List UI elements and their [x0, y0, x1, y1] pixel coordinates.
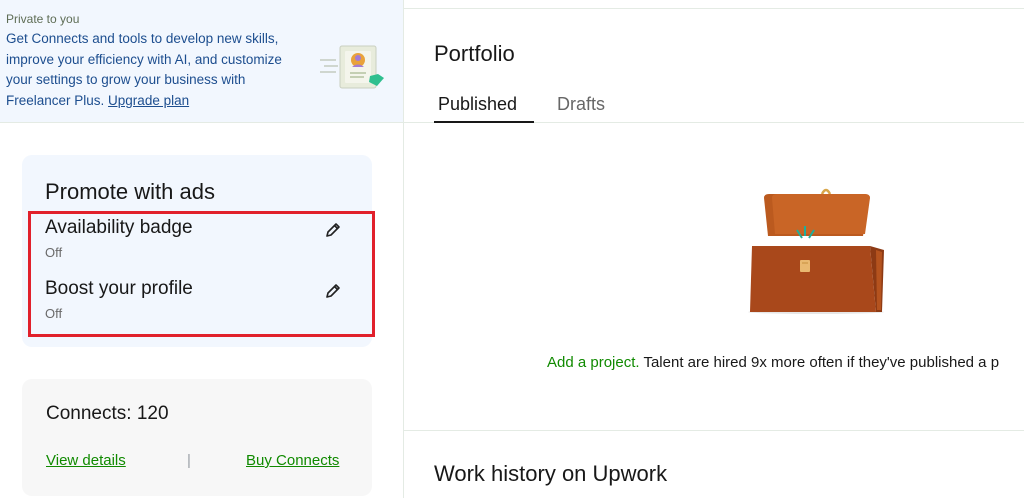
upgrade-plan-link[interactable]: Upgrade plan — [108, 93, 189, 108]
briefcase-illustration — [748, 188, 884, 314]
view-details-link[interactable]: View details — [46, 452, 126, 469]
promote-with-ads-card: Promote with ads Availability badge Off … — [22, 155, 375, 347]
main-content: Portfolio Published Drafts Add a project… — [404, 0, 1024, 498]
promo-eyebrow: Private to you — [6, 12, 80, 26]
left-sidebar: Private to you Get Connects and tools to… — [0, 0, 403, 498]
pencil-icon[interactable] — [324, 282, 342, 300]
promo-text: Get Connects and tools to develop new sk… — [6, 29, 306, 111]
add-project-hint: Talent are hired 9x more often if they'v… — [639, 354, 1000, 371]
boost-profile-status: Off — [45, 306, 63, 321]
add-project-prompt: Add a project. Talent are hired 9x more … — [547, 354, 999, 371]
portfolio-title: Portfolio — [434, 41, 515, 66]
tab-drafts[interactable]: Drafts — [557, 94, 605, 115]
availability-badge-row[interactable]: Availability badge Off — [45, 217, 345, 260]
work-history-title: Work history on Upwork — [434, 461, 668, 486]
pencil-icon[interactable] — [324, 221, 342, 239]
availability-badge-label: Availability badge — [45, 217, 193, 238]
connects-card: Connects: 120 View details | Buy Connect… — [22, 379, 372, 496]
upgrade-promo-banner: Private to you Get Connects and tools to… — [0, 0, 403, 123]
section-divider — [404, 430, 1024, 431]
boost-profile-row[interactable]: Boost your profile Off — [45, 278, 345, 321]
boost-profile-label: Boost your profile — [45, 278, 193, 299]
promote-ads-title: Promote with ads — [45, 179, 215, 204]
connects-balance: Connects: 120 — [46, 403, 169, 424]
section-divider — [404, 8, 1024, 9]
link-separator: | — [187, 452, 191, 469]
buy-connects-link[interactable]: Buy Connects — [246, 452, 339, 469]
active-tab-indicator — [434, 121, 534, 123]
add-project-link[interactable]: Add a project. — [547, 354, 640, 371]
profile-card-illustration — [320, 45, 384, 89]
tab-published[interactable]: Published — [438, 94, 517, 115]
availability-badge-status: Off — [45, 245, 63, 260]
